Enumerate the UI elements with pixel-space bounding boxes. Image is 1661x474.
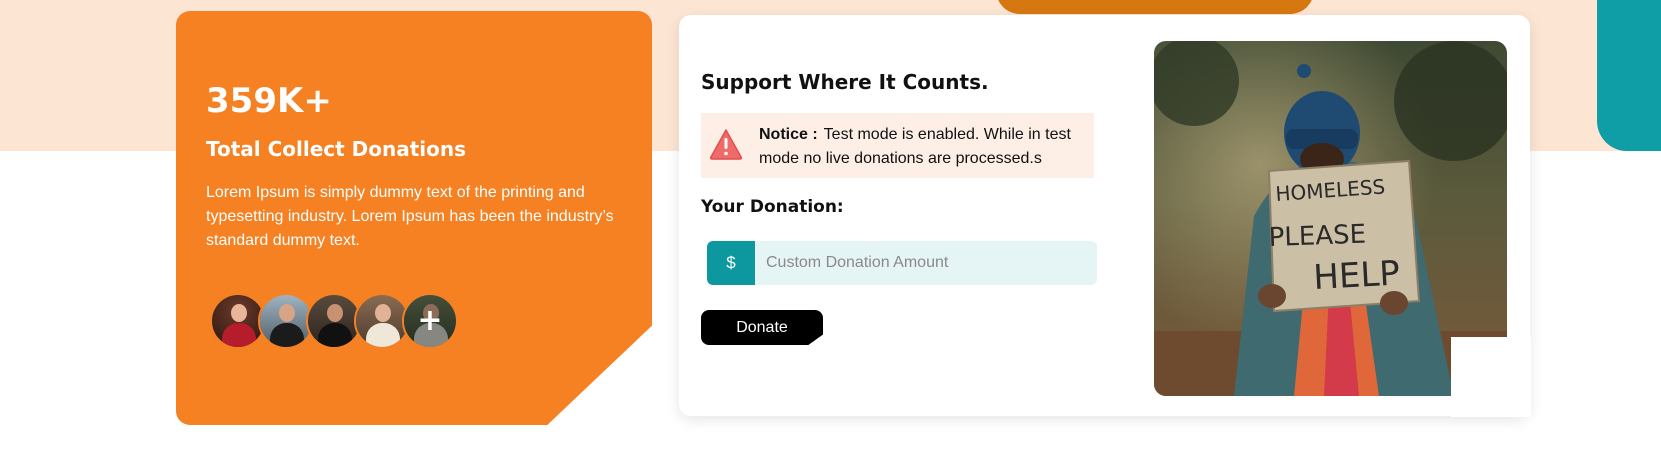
donation-amount-group: $	[707, 241, 1097, 285]
decorative-orange-shape	[996, 0, 1314, 14]
plus-icon: +	[404, 295, 456, 347]
sign-line-3: HELP	[1312, 254, 1400, 298]
donation-form-card: Support Where It Counts. Notice : Test mo…	[679, 15, 1531, 417]
stats-title: Total Collect Donations	[206, 137, 467, 161]
your-donation-label: Your Donation:	[701, 197, 844, 217]
warning-triangle-icon	[709, 128, 743, 160]
donation-stats-card: 359K+ Total Collect Donations Lorem Ipsu…	[176, 11, 652, 425]
test-mode-notice: Notice : Test mode is enabled. While in t…	[701, 113, 1094, 178]
stats-description: Lorem Ipsum is simply dummy text of the …	[206, 184, 614, 249]
donate-button[interactable]: Donate	[701, 310, 823, 345]
donation-title: Support Where It Counts.	[701, 70, 989, 94]
custom-amount-input[interactable]	[755, 241, 1097, 285]
homeless-person-image: HOMELESS PLEASE HELP	[1154, 41, 1507, 396]
stats-number: 359K+	[206, 81, 332, 121]
donor-avatars: +	[210, 293, 470, 349]
decorative-teal-shape	[1597, 0, 1661, 151]
currency-symbol: $	[707, 241, 755, 285]
avatar-more[interactable]: +	[402, 293, 458, 349]
donation-photo: HOMELESS PLEASE HELP	[1154, 41, 1507, 396]
notice-message: Notice : Test mode is enabled. While in t…	[759, 123, 1089, 171]
sign-line-2: PLEASE	[1268, 220, 1366, 253]
notice-label: Notice :	[759, 126, 818, 143]
